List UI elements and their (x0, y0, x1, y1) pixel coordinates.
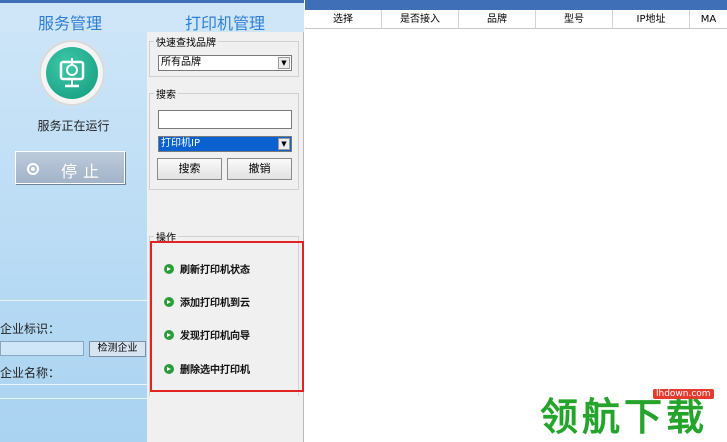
chevron-down-icon[interactable]: ▼ (278, 57, 290, 69)
service-panel-header: 服务管理 (0, 0, 147, 33)
column-header-mac[interactable]: MA (690, 10, 727, 29)
stop-service-button[interactable]: 停止 (15, 151, 125, 184)
search-button[interactable]: 搜索 (157, 158, 222, 180)
enterprise-id-input[interactable] (0, 341, 84, 356)
brand-group-title: 快速查找品牌 (154, 34, 218, 49)
discover-printer-wizard-button[interactable]: 发现打印机向导 (164, 327, 250, 342)
stop-button-label: 停止 (61, 162, 106, 181)
printer-panel-title: 打印机管理 (185, 14, 266, 33)
arrow-right-icon (164, 264, 174, 274)
top-strip (305, 0, 727, 10)
brand-select-value: 所有品牌 (161, 57, 201, 68)
printer-table-body (305, 30, 727, 442)
service-panel-title: 服务管理 (38, 14, 103, 33)
refresh-printer-status-button[interactable]: 刷新打印机状态 (164, 261, 250, 276)
delete-selected-printer-button[interactable]: 删除选中打印机 (164, 361, 250, 376)
column-header-connected[interactable]: 是否接入 (382, 10, 459, 29)
column-header-brand[interactable]: 品牌 (459, 10, 536, 29)
printer-table-header: 选择 是否接入 品牌 型号 IP地址 MA (305, 10, 727, 29)
service-status-icon (39, 40, 105, 106)
chevron-down-icon[interactable]: ▼ (278, 138, 290, 150)
column-header-ip[interactable]: IP地址 (613, 10, 690, 29)
column-header-model[interactable]: 型号 (536, 10, 613, 29)
search-group-title: 搜索 (154, 86, 178, 101)
stop-icon (27, 163, 39, 175)
detect-enterprise-button[interactable]: 检测企业 (89, 341, 146, 357)
printer-panel-header: 打印机管理 (147, 0, 304, 33)
brand-select[interactable]: 所有品牌 ▼ (158, 55, 292, 71)
service-status-text: 服务正在运行 (37, 119, 110, 133)
add-printer-to-cloud-button[interactable]: 添加打印机到云 (164, 294, 250, 309)
search-field-select[interactable]: 打印机IP ▼ (158, 136, 292, 152)
arrow-right-icon (164, 297, 174, 307)
watermark-url: lhdown.com (653, 389, 714, 399)
search-field-value: 打印机IP (161, 138, 200, 149)
search-input[interactable] (158, 110, 292, 129)
arrow-right-icon (164, 364, 174, 374)
enterprise-id-label: 企业标识： (0, 322, 61, 336)
column-header-select[interactable]: 选择 (305, 10, 382, 29)
service-panel: 服务管理 服务正在运行 停止 企业标识： 检测企业 企业名称： (0, 0, 147, 442)
arrow-right-icon (164, 330, 174, 340)
cancel-button[interactable]: 撤销 (227, 158, 292, 180)
enterprise-name-label: 企业名称： (0, 366, 61, 380)
app-window: 服务管理 服务正在运行 停止 企业标识： 检测企业 企业名称： 打印机管理 快速… (0, 0, 727, 442)
